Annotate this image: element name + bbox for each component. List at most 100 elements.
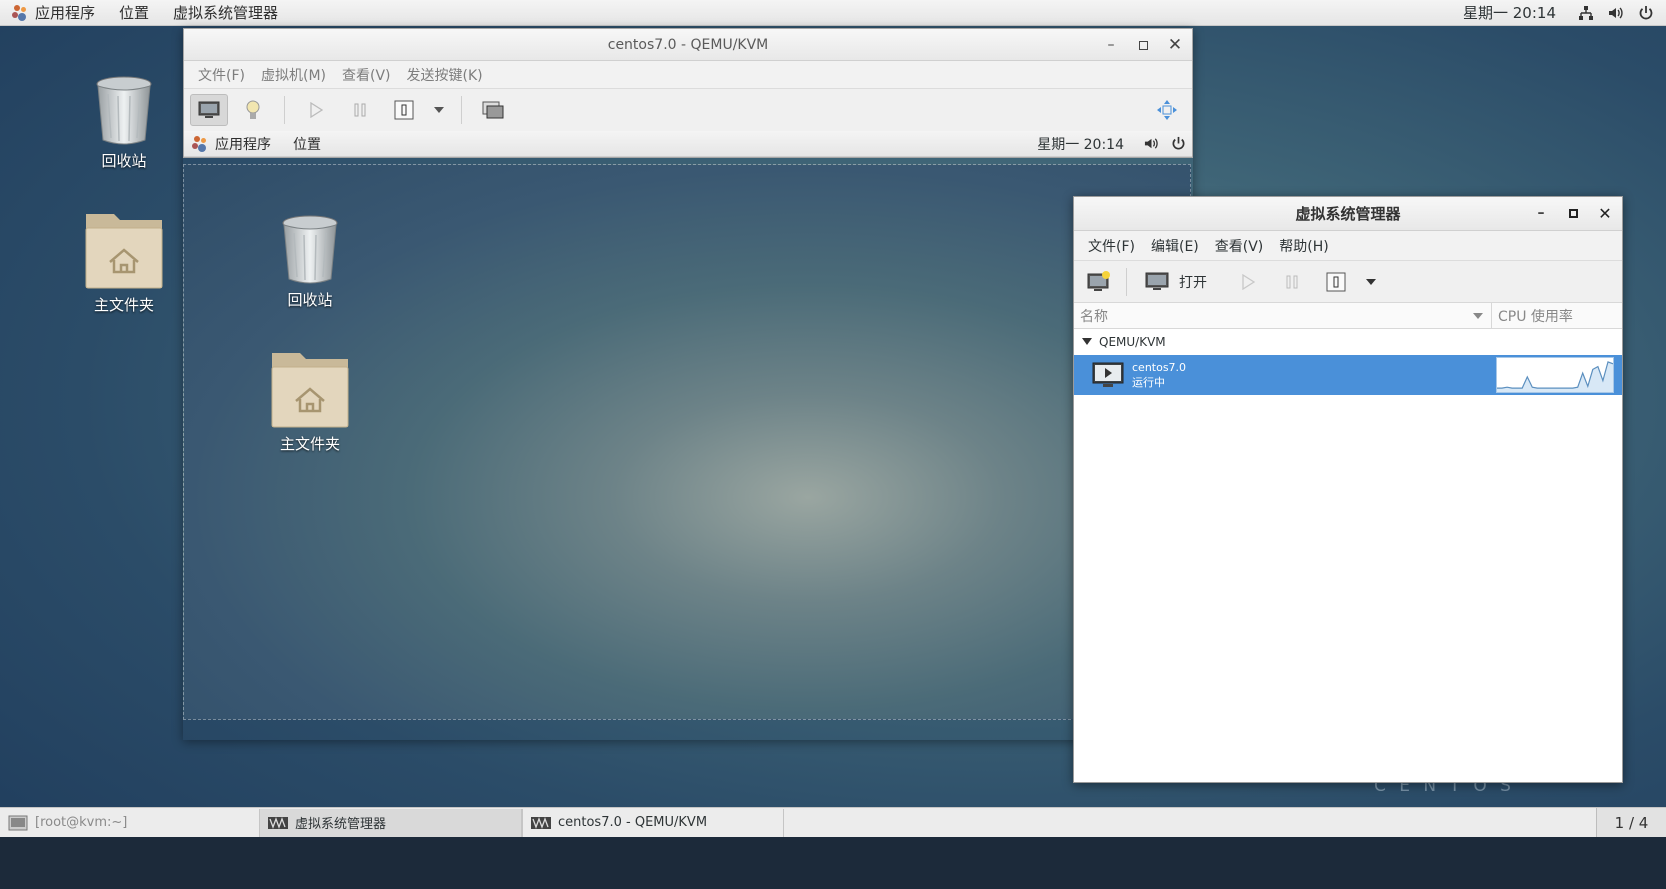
fullscreen-icon xyxy=(1157,100,1177,120)
vm-name: centos7.0 xyxy=(1132,361,1187,374)
vm-running-icon xyxy=(1092,362,1124,387)
maximize-button[interactable] xyxy=(1564,204,1582,222)
pause-button[interactable] xyxy=(1273,266,1311,298)
vmm-window-title: 虚拟系统管理器 xyxy=(1295,205,1401,223)
connection-row[interactable]: QEMU/KVM xyxy=(1074,329,1622,355)
desktop-home-folder-label: 主文件夹 xyxy=(93,296,154,314)
virt-manager-icon xyxy=(531,816,551,829)
new-vm-button[interactable] xyxy=(1080,266,1118,298)
column-cpu[interactable]: CPU 使用率 xyxy=(1492,306,1622,326)
menu-view[interactable]: 查看(V) xyxy=(334,65,399,85)
applications-menu[interactable]: 应用程序 xyxy=(0,0,107,26)
guest-applications-menu[interactable]: 应用程序 xyxy=(184,131,281,157)
desktop-trash[interactable]: 回收站 xyxy=(69,74,179,171)
close-button[interactable]: ✕ xyxy=(1596,204,1614,223)
shutdown-menu-button[interactable] xyxy=(1361,266,1381,298)
close-button[interactable]: ✕ xyxy=(1166,35,1184,55)
qemu-titlebar[interactable]: centos7.0 - QEMU/KVM – ✕ xyxy=(184,29,1192,61)
shutdown-button[interactable] xyxy=(1317,266,1355,298)
monitor-icon xyxy=(198,101,220,118)
shutdown-icon xyxy=(394,100,414,120)
home-folder-icon xyxy=(271,353,349,428)
shutdown-menu-button[interactable] xyxy=(429,94,449,126)
guest-applications-label: 应用程序 xyxy=(215,136,271,153)
task-virt-manager[interactable]: 虚拟系统管理器 xyxy=(260,808,522,837)
run-button[interactable] xyxy=(297,94,335,126)
minimize-button[interactable]: – xyxy=(1532,204,1550,222)
shutdown-icon xyxy=(1326,272,1346,291)
menu-file[interactable]: 文件(F) xyxy=(1080,236,1143,256)
desktop-trash-label: 回收站 xyxy=(101,152,147,170)
virt-manager-icon xyxy=(268,816,288,829)
chevron-down-icon xyxy=(1366,278,1376,285)
guest-places-menu[interactable]: 位置 xyxy=(281,131,333,157)
open-button[interactable]: 打开 xyxy=(1135,266,1217,298)
guest-volume-icon[interactable] xyxy=(1144,136,1159,151)
bottom-taskbar: [root@kvm:~] 虚拟系统管理器 centos7.0 - QEMU/KV… xyxy=(0,807,1666,837)
trash-icon xyxy=(96,76,152,145)
task-qemu-label: centos7.0 - QEMU/KVM xyxy=(558,815,708,830)
pause-button[interactable] xyxy=(341,94,379,126)
shutdown-button[interactable] xyxy=(385,94,423,126)
console-view-button[interactable] xyxy=(190,94,228,126)
task-terminal-label: [root@kvm:~] xyxy=(35,815,128,830)
task-virt-manager-label: 虚拟系统管理器 xyxy=(295,817,387,832)
qemu-window-title: centos7.0 - QEMU/KVM xyxy=(607,36,769,53)
menu-send-key[interactable]: 发送按键(K) xyxy=(399,65,491,85)
cpu-graph-area xyxy=(1497,361,1613,392)
guest-clock[interactable]: 星期一 20:14 xyxy=(1037,134,1124,154)
menu-help[interactable]: 帮助(H) xyxy=(1271,236,1336,256)
guest-trash-label: 回收站 xyxy=(287,291,333,309)
open-label: 打开 xyxy=(1179,274,1207,291)
monitor-icon xyxy=(1145,272,1169,290)
vm-row-centos[interactable]: centos7.0 运行中 xyxy=(1074,355,1622,395)
task-qemu-window[interactable]: centos7.0 - QEMU/KVM xyxy=(522,808,784,837)
active-app-menu[interactable]: 虚拟系统管理器 xyxy=(161,0,290,26)
vm-list-header: 名称 CPU 使用率 xyxy=(1074,303,1622,329)
workspace-pager[interactable]: 1 / 4 xyxy=(1596,808,1666,837)
new-vm-icon xyxy=(1087,270,1110,291)
sort-chevron-icon xyxy=(1473,312,1483,319)
vmm-titlebar[interactable]: 虚拟系统管理器 – ✕ xyxy=(1074,197,1622,231)
vmm-toolbar: 打开 xyxy=(1074,261,1622,303)
vmm-menubar: 文件(F) 编辑(E) 查看(V) 帮助(H) xyxy=(1074,231,1622,261)
guest-home-folder[interactable]: 主文件夹 xyxy=(255,347,365,454)
terminal-icon xyxy=(8,815,28,830)
pause-icon xyxy=(1286,275,1298,288)
network-icon[interactable] xyxy=(1578,5,1594,21)
desktop-home-folder[interactable]: 主文件夹 xyxy=(69,208,179,315)
volume-icon[interactable] xyxy=(1608,5,1624,21)
run-button[interactable] xyxy=(1229,266,1267,298)
top-panel: 应用程序 位置 虚拟系统管理器 星期一 20:14 xyxy=(0,0,1666,26)
guest-home-folder-label: 主文件夹 xyxy=(279,435,340,453)
snapshots-button[interactable] xyxy=(474,94,512,126)
guest-power-icon[interactable] xyxy=(1171,136,1186,151)
power-icon[interactable] xyxy=(1638,5,1654,21)
guest-desktop[interactable]: 回收站 主文件夹 xyxy=(183,164,1191,720)
menu-vm[interactable]: 虚拟机(M) xyxy=(253,65,334,85)
clock[interactable]: 星期一 20:14 xyxy=(1463,2,1556,23)
chevron-down-icon xyxy=(434,107,444,113)
qemu-toolbar xyxy=(184,89,1192,131)
pause-icon xyxy=(354,103,366,117)
task-terminal[interactable]: [root@kvm:~] xyxy=(0,808,260,837)
gnome-foot-icon xyxy=(12,4,28,21)
menu-edit[interactable]: 编辑(E) xyxy=(1143,236,1207,256)
applications-label: 应用程序 xyxy=(35,4,96,22)
expander-down-icon xyxy=(1082,338,1092,345)
screen-bottom-edge xyxy=(0,837,1666,889)
guest-top-panel: 应用程序 位置 星期一 20:14 xyxy=(184,131,1192,157)
qemu-window: centos7.0 - QEMU/KVM – ✕ 文件(F) 虚拟机(M) 查看… xyxy=(183,28,1193,740)
cpu-usage-graph xyxy=(1496,357,1614,393)
menu-view[interactable]: 查看(V) xyxy=(1207,236,1272,256)
places-menu[interactable]: 位置 xyxy=(107,0,161,26)
column-name[interactable]: 名称 xyxy=(1074,303,1492,328)
details-view-button[interactable] xyxy=(234,94,272,126)
minimize-button[interactable]: – xyxy=(1102,36,1120,54)
fullscreen-button[interactable] xyxy=(1148,94,1186,126)
maximize-button[interactable] xyxy=(1134,36,1152,54)
vmm-window: 虚拟系统管理器 – ✕ 文件(F) 编辑(E) 查看(V) 帮助(H) 打开 名… xyxy=(1073,196,1623,783)
trash-icon xyxy=(282,215,338,284)
menu-file[interactable]: 文件(F) xyxy=(190,65,253,85)
guest-trash[interactable]: 回收站 xyxy=(255,213,365,310)
